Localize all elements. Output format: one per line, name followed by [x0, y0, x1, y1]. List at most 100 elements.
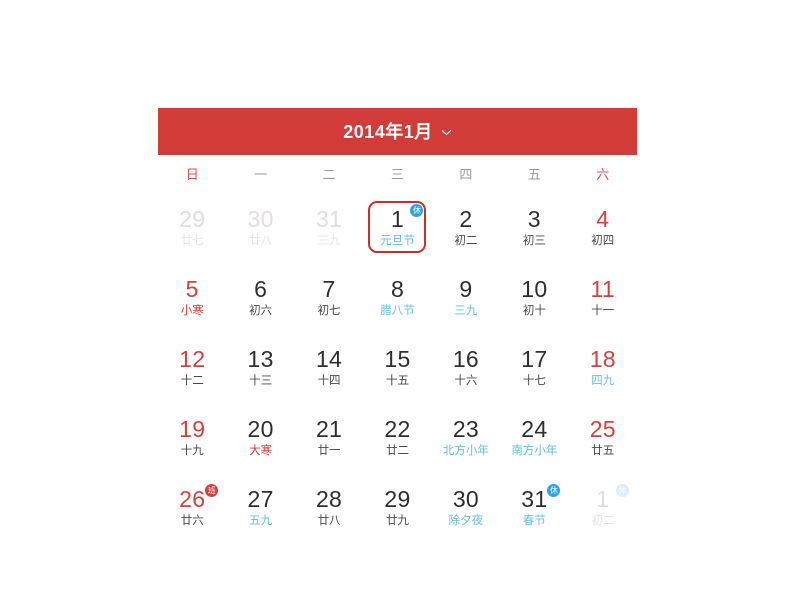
day-cell[interactable]: 23 北方小年: [432, 402, 500, 472]
day-number: 29: [384, 485, 411, 512]
day-cell[interactable]: 15 十五: [363, 332, 431, 402]
day-lunar-label: 北方小年: [442, 444, 489, 457]
day-cell[interactable]: 13 十三: [226, 332, 294, 402]
day-cell-inner: 16 十六: [437, 341, 495, 393]
day-lunar-label: 初二: [454, 234, 478, 247]
day-cell-inner: 10 初十: [505, 271, 563, 323]
day-cell[interactable]: 20 大寒: [226, 402, 294, 472]
day-cell[interactable]: 16 十六: [432, 332, 500, 402]
day-cell[interactable]: 24 南方小年: [500, 402, 568, 472]
day-lunar-label: 十七: [522, 374, 546, 387]
day-lunar-label: 大寒: [249, 444, 273, 457]
rest-day-badge-icon: 休: [410, 204, 424, 217]
day-cell[interactable]: 14 十四: [295, 332, 363, 402]
day-lunar-label: 十五: [385, 374, 409, 387]
day-cell[interactable]: 1 元旦节 休: [363, 192, 431, 262]
day-grid: 29 廿七 30 廿八 31 三九 1 元旦节 休 2 初二 3 初三 4 初四 5 小寒 6 初六 7 初七 8 腊八节 9…: [158, 192, 637, 542]
day-lunar-label: 初六: [249, 304, 273, 317]
day-cell-inner: 14 十四: [300, 341, 358, 393]
day-lunar-label: 腊八节: [380, 304, 415, 317]
day-lunar-label: 南方小年: [511, 444, 558, 457]
day-lunar-label: 廿八: [317, 514, 341, 527]
day-cell[interactable]: 3 初三: [500, 192, 568, 262]
day-cell[interactable]: 21 廿一: [295, 402, 363, 472]
work-day-badge-icon: 班: [205, 484, 219, 497]
day-number: 1: [390, 205, 405, 232]
day-cell-inner: 23 北方小年: [437, 411, 495, 463]
day-lunar-label: 五九: [249, 514, 273, 527]
day-lunar-label: 廿七: [180, 234, 204, 247]
calendar-header-bar[interactable]: 2014年1月: [158, 108, 637, 155]
day-lunar-label: 初十: [522, 304, 546, 317]
day-cell[interactable]: 30 廿八: [226, 192, 294, 262]
day-cell[interactable]: 25 廿五: [569, 402, 637, 472]
day-cell-inner: 2 初二: [437, 201, 495, 253]
day-number: 20: [247, 415, 274, 442]
day-cell[interactable]: 18 四九: [569, 332, 637, 402]
weekday-label-5: 五: [527, 167, 541, 182]
day-cell[interactable]: 11 十一: [569, 262, 637, 332]
day-cell[interactable]: 26 廿六 班: [158, 472, 226, 542]
day-number: 1: [596, 485, 610, 512]
day-cell[interactable]: 4 初四: [569, 192, 637, 262]
day-cell-inner: 21 廿一: [300, 411, 358, 463]
day-lunar-label: 廿六: [180, 514, 204, 527]
day-cell[interactable]: 1 初二 休: [569, 472, 637, 542]
day-cell-inner: 8 腊八节: [368, 271, 426, 323]
day-number: 13: [247, 345, 274, 372]
day-number: 17: [521, 345, 548, 372]
day-cell[interactable]: 10 初十: [500, 262, 568, 332]
day-cell[interactable]: 2 初二: [432, 192, 500, 262]
day-cell[interactable]: 30 除夕夜: [432, 472, 500, 542]
day-number: 21: [315, 415, 343, 442]
day-cell[interactable]: 22 廿二: [363, 402, 431, 472]
day-cell[interactable]: 7 初七: [295, 262, 363, 332]
day-cell-inner: 9 三九: [437, 271, 495, 323]
day-number: 4: [596, 205, 610, 232]
day-lunar-label: 十二: [180, 374, 204, 387]
day-cell[interactable]: 28 廿八: [295, 472, 363, 542]
day-cell[interactable]: 27 五九: [226, 472, 294, 542]
day-lunar-label: 四九: [591, 374, 615, 387]
day-cell[interactable]: 29 廿九: [363, 472, 431, 542]
day-cell[interactable]: 8 腊八节: [363, 262, 431, 332]
day-cell-inner: 18 四九: [574, 341, 632, 393]
day-cell[interactable]: 9 三九: [432, 262, 500, 332]
page-title: 2014年1月: [343, 121, 433, 142]
day-cell-inner: 31 春节 休: [505, 481, 563, 533]
day-cell[interactable]: 31 三九: [295, 192, 363, 262]
day-cell-inner: 1 元旦节 休: [368, 201, 427, 253]
day-cell-inner: 13 十三: [232, 341, 290, 393]
day-number: 25: [589, 415, 616, 442]
day-cell[interactable]: 19 十九: [158, 402, 226, 472]
weekday-label-1: 一: [254, 167, 268, 182]
day-cell-inner: 30 廿八: [232, 201, 290, 253]
day-number: 29: [179, 205, 206, 232]
day-lunar-label: 三九: [317, 234, 341, 247]
day-cell-inner: 19 十九: [163, 411, 221, 463]
weekday-label-4: 四: [459, 167, 473, 182]
day-cell-inner: 22 廿二: [368, 411, 426, 463]
day-cell-inner: 17 十七: [505, 341, 563, 393]
day-number: 2: [459, 205, 473, 232]
day-lunar-label: 廿五: [591, 444, 615, 457]
day-cell[interactable]: 5 小寒: [158, 262, 226, 332]
day-lunar-label: 元旦节: [380, 234, 415, 247]
day-cell[interactable]: 12 十二: [158, 332, 226, 402]
day-cell-inner: 31 三九: [300, 201, 358, 253]
day-cell-inner: 30 除夕夜: [437, 481, 495, 533]
day-cell-inner: 20 大寒: [232, 411, 290, 463]
day-cell[interactable]: 31 春节 休: [500, 472, 568, 542]
day-cell[interactable]: 6 初六: [226, 262, 294, 332]
day-cell-inner: 3 初三: [505, 201, 563, 253]
day-lunar-label: 十一: [591, 304, 615, 317]
day-cell-inner: 15 十五: [368, 341, 426, 393]
day-cell-inner: 1 初二 休: [574, 481, 632, 533]
day-cell[interactable]: 17 十七: [500, 332, 568, 402]
day-lunar-label: 初三: [522, 234, 546, 247]
day-number: 31: [315, 205, 343, 232]
day-cell[interactable]: 29 廿七: [158, 192, 226, 262]
day-number: 11: [590, 275, 616, 302]
chevron-down-icon[interactable]: [441, 127, 452, 138]
day-lunar-label: 十四: [317, 374, 341, 387]
